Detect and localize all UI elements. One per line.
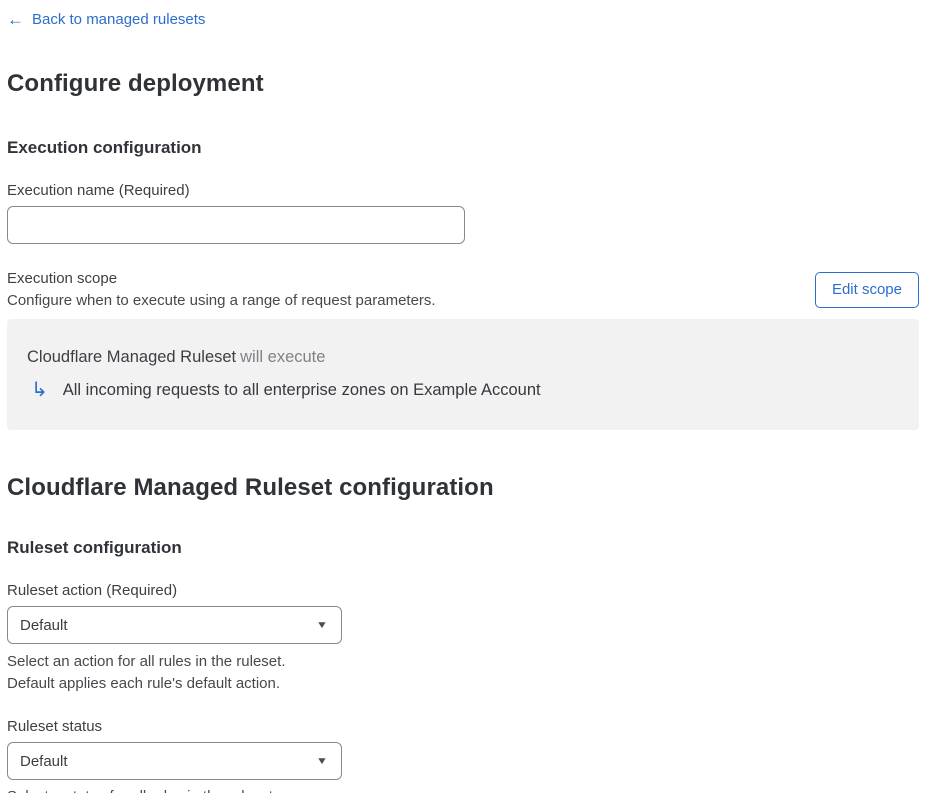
scope-preview-suffix: will execute (240, 348, 326, 366)
scope-preview-box: Cloudflare Managed Ruleset will execute ↳… (7, 319, 919, 430)
ruleset-status-value: Default (20, 752, 68, 770)
scope-preview-ruleset-name: Cloudflare Managed Ruleset (27, 348, 237, 366)
scope-preview-detail-text: All incoming requests to all enterprise … (62, 381, 541, 399)
ruleset-configuration-heading: Ruleset configuration (7, 538, 182, 557)
execution-scope-description: Configure when to execute using a range … (7, 292, 436, 309)
configure-deployment-page: ← Back to managed rulesets Configure dep… (0, 0, 925, 793)
branch-arrow-icon: ↳ (31, 379, 48, 401)
execution-scope-label: Execution scope (7, 270, 118, 287)
ruleset-action-help: Select an action for all rules in the ru… (7, 651, 919, 695)
execution-configuration-heading: Execution configuration (7, 138, 202, 157)
ruleset-action-label: Ruleset action (Required) (7, 582, 178, 599)
ruleset-status-label: Ruleset status (7, 718, 103, 735)
edit-scope-button[interactable]: Edit scope (814, 271, 919, 308)
back-to-managed-rulesets-link[interactable]: ← Back to managed rulesets (7, 10, 205, 30)
scope-preview-detail-row: ↳ All incoming requests to all enterpris… (31, 378, 899, 402)
execution-scope-text-block: Execution scope Configure when to execut… (7, 268, 436, 311)
chevron-down-icon: ▼ (315, 619, 329, 631)
chevron-down-icon: ▼ (315, 755, 329, 767)
execution-name-label: Execution name (Required) (7, 182, 190, 199)
execution-scope-row: Execution scope Configure when to execut… (7, 268, 919, 311)
ruleset-action-select[interactable]: Default ▼ (7, 606, 342, 644)
ruleset-status-help: Select a status for all rules in the rul… (7, 786, 919, 793)
back-arrow-icon: ← (7, 10, 24, 29)
ruleset-action-help-line2: Default applies each rule's default acti… (7, 675, 281, 692)
ruleset-status-select[interactable]: Default ▼ (7, 742, 342, 780)
ruleset-configuration-title: Cloudflare Managed Ruleset configuration (7, 474, 494, 501)
back-link-label: Back to managed rulesets (32, 11, 206, 28)
ruleset-action-help-line1: Select an action for all rules in the ru… (7, 653, 286, 670)
ruleset-action-value: Default (20, 616, 68, 634)
execution-name-input[interactable] (7, 206, 465, 244)
page-title: Configure deployment (7, 70, 264, 97)
scope-preview-headline: Cloudflare Managed Ruleset will execute (27, 346, 899, 368)
